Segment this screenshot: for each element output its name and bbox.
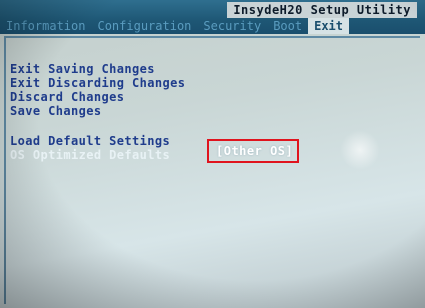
tab-information[interactable]: Information — [0, 18, 91, 34]
tab-exit[interactable]: Exit — [308, 18, 350, 34]
menu-item-os-optimized-defaults[interactable]: OS Optimized Defaults — [10, 148, 185, 162]
tab-boot[interactable]: Boot — [267, 18, 308, 34]
bios-header-bar: InsydeH20 Setup Utility Information Conf… — [0, 0, 425, 34]
menu-item-discard-changes[interactable]: Discard Changes — [10, 90, 185, 104]
menu-item-load-default-settings[interactable]: Load Default Settings — [10, 134, 185, 148]
bios-screen: InsydeH20 Setup Utility Information Conf… — [0, 0, 425, 308]
menu-item-exit-discarding-changes[interactable]: Exit Discarding Changes — [10, 76, 185, 90]
menu-item-save-changes[interactable]: Save Changes — [10, 104, 185, 118]
menu-item-exit-saving-changes[interactable]: Exit Saving Changes — [10, 62, 185, 76]
menu-spacer — [10, 118, 185, 134]
app-title: InsydeH20 Setup Utility — [227, 2, 417, 18]
highlight-annotation-box — [207, 139, 299, 163]
tab-bar: Information Configuration Security Boot … — [0, 18, 350, 34]
tab-security[interactable]: Security — [197, 18, 267, 34]
tab-configuration[interactable]: Configuration — [91, 18, 197, 34]
screen-glare — [340, 130, 380, 170]
exit-menu: Exit Saving Changes Exit Discarding Chan… — [10, 62, 185, 162]
